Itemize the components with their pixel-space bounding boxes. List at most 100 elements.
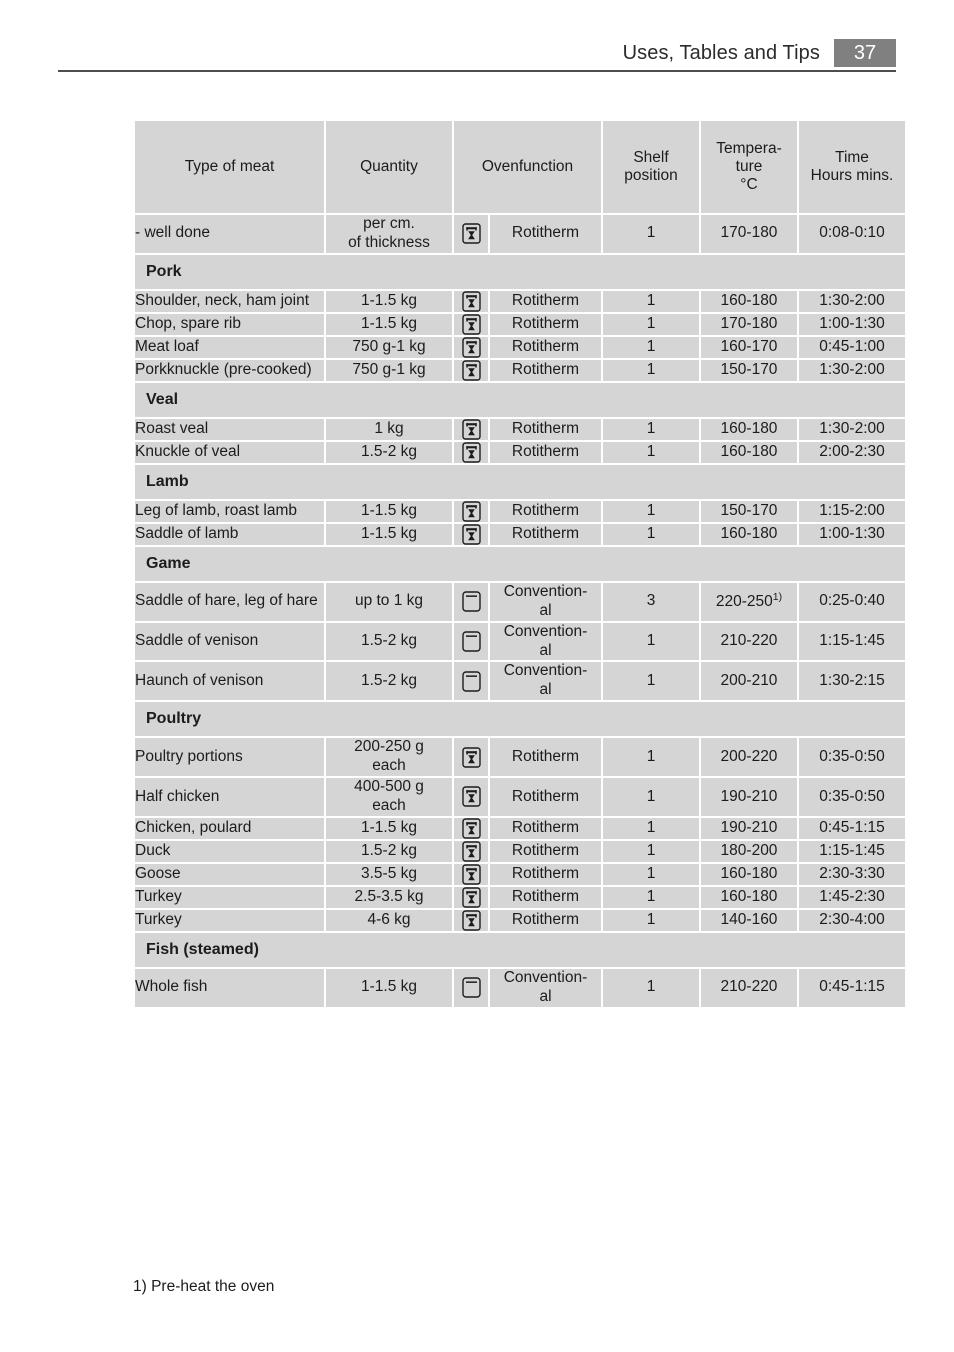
cell-time: 0:45-1:00 [799, 336, 905, 358]
cell-ovenfunction-icon [454, 778, 488, 816]
cell-ovenfunction-name: Rotitherm [490, 817, 601, 839]
cell-shelf-position: 1 [603, 313, 699, 335]
cell-ovenfunction-name: Rotitherm [490, 313, 601, 335]
cell-ovenfunction-name: Rotitherm [490, 523, 601, 545]
cell-shelf-position: 1 [603, 968, 699, 1007]
cell-ovenfunction-line2: al [539, 987, 552, 1005]
cell-ovenfunction-name: Rotitherm [490, 441, 601, 463]
cell-type-of-meat: Haunch of venison [135, 662, 324, 701]
cell-ovenfunction-name: Rotitherm [490, 500, 601, 522]
cell-shelf-position: 1 [603, 523, 699, 545]
rotitherm-icon [461, 419, 481, 440]
cell-ovenfunction-icon [454, 863, 488, 885]
cell-quantity: 1-1.5 kg [326, 968, 452, 1007]
cell-ovenfunction-icon [454, 418, 488, 440]
table-header-row: Type of meat Quantity Ovenfunction Shelf… [135, 121, 905, 213]
cell-shelf-position: 1 [603, 500, 699, 522]
rotitherm-icon [461, 841, 481, 862]
cell-shelf-position: 1 [603, 215, 699, 253]
rotitherm-icon [461, 910, 481, 931]
column-header-shelf-line2: position [624, 167, 678, 184]
cell-ovenfunction-icon [454, 359, 488, 381]
cell-temperature: 160-170 [701, 336, 797, 358]
cell-shelf-position: 1 [603, 290, 699, 312]
table-row: Chicken, poulard 1-1.5 kg Rotitherm 1 190-21… [135, 817, 905, 839]
table-row: Turkey 4-6 kg Rotitherm 1 140-160 2:30-4:00 [135, 909, 905, 931]
cell-quantity: 1.5-2 kg [326, 622, 452, 661]
cooking-table-container: Type of meat Quantity Ovenfunction Shelf… [135, 121, 905, 1007]
cooking-table: Type of meat Quantity Ovenfunction Shelf… [133, 119, 907, 1009]
cell-ovenfunction-name: Rotitherm [490, 778, 601, 816]
cell-type-of-meat: Goose [135, 863, 324, 885]
column-header-type-of-meat: Type of meat [135, 121, 324, 213]
cell-quantity: 1-1.5 kg [326, 290, 452, 312]
section-header-row: Fish (steamed) [135, 932, 905, 967]
cell-shelf-position: 1 [603, 336, 699, 358]
cell-ovenfunction-line1: Convention- [503, 582, 588, 600]
conventional-icon [461, 977, 481, 998]
rotitherm-icon [461, 314, 481, 335]
cell-quantity: 2.5-3.5 kg [326, 886, 452, 908]
cell-type-of-meat: Turkey [135, 886, 324, 908]
cell-ovenfunction-line2: al [539, 601, 552, 619]
cell-type-of-meat: Chop, spare rib [135, 313, 324, 335]
conventional-icon [461, 671, 481, 692]
cell-ovenfunction-icon [454, 662, 488, 701]
rotitherm-icon [461, 501, 481, 522]
cell-ovenfunction-name: Rotitherm [490, 215, 601, 253]
cell-quantity-line2: each [372, 796, 406, 814]
cell-quantity: 750 g-1 kg [326, 336, 452, 358]
rotitherm-icon [461, 360, 481, 381]
cell-ovenfunction-icon [454, 313, 488, 335]
cell-type-of-meat: Porkknuckle (pre-cooked) [135, 359, 324, 381]
cell-quantity: 200-250 g each [326, 738, 452, 777]
cell-time: 1:30-2:15 [799, 662, 905, 701]
cell-ovenfunction-line1: Convention- [503, 622, 588, 640]
table-row: Porkknuckle (pre-cooked) 750 g-1 kg Rotith… [135, 359, 905, 381]
cell-temperature: 170-180 [701, 313, 797, 335]
rotitherm-icon [461, 818, 481, 839]
column-header-time-line1: Time [835, 148, 869, 166]
page-header: Uses, Tables and Tips 37 [0, 36, 954, 70]
cell-time: 0:08-0:10 [799, 215, 905, 253]
cell-type-of-meat: Turkey [135, 909, 324, 931]
cell-type-of-meat: Whole fish [135, 968, 324, 1007]
cell-temperature-footnote-marker: 1) [772, 591, 783, 604]
cell-shelf-position: 1 [603, 359, 699, 381]
table-row: Meat loaf 750 g-1 kg Rotitherm 1 160-170 0:45… [135, 336, 905, 358]
section-header-row: Pork [135, 254, 905, 289]
cell-time: 1:00-1:30 [799, 313, 905, 335]
cell-type-of-meat: Duck [135, 840, 324, 862]
column-header-temperature: Tempera- ture °C [701, 121, 797, 213]
cell-quantity: per cm. of thickness [326, 215, 452, 253]
cell-type-of-meat: Leg of lamb, roast lamb [135, 500, 324, 522]
cell-ovenfunction-name: Rotitherm [490, 359, 601, 381]
cell-quantity-line2: of thickness [348, 233, 430, 251]
cell-ovenfunction-name: Rotitherm [490, 863, 601, 885]
cell-shelf-position: 1 [603, 622, 699, 661]
cell-ovenfunction-icon [454, 840, 488, 862]
cell-time: 0:45-1:15 [799, 968, 905, 1007]
table-row: Saddle of hare, leg of hare up to 1 kg Con… [135, 582, 905, 621]
column-header-shelf-line1: Shelf [633, 148, 669, 166]
cell-quantity-line1: 200-250 g [354, 738, 424, 756]
cell-ovenfunction-name: Convention-al [490, 662, 601, 701]
cell-quantity: 400-500 g each [326, 778, 452, 816]
section-header-row: Veal [135, 382, 905, 417]
page-title: Uses, Tables and Tips [622, 41, 820, 64]
cell-ovenfunction-icon [454, 817, 488, 839]
cell-time: 0:35-0:50 [799, 778, 905, 816]
table-row: Half chicken 400-500 g each Rotitherm 1 190-2… [135, 778, 905, 816]
cell-time: 0:35-0:50 [799, 738, 905, 777]
cell-temperature: 160-180 [701, 441, 797, 463]
cell-time: 0:45-1:15 [799, 817, 905, 839]
cell-ovenfunction-icon [454, 582, 488, 621]
cell-temperature: 210-220 [701, 968, 797, 1007]
cell-ovenfunction-icon [454, 909, 488, 931]
cell-ovenfunction-line2: al [539, 681, 552, 699]
cell-ovenfunction-name: Convention-al [490, 582, 601, 621]
cell-ovenfunction-name: Convention-al [490, 968, 601, 1007]
conventional-icon [461, 591, 481, 612]
header-divider [58, 70, 896, 72]
rotitherm-icon [461, 887, 481, 908]
